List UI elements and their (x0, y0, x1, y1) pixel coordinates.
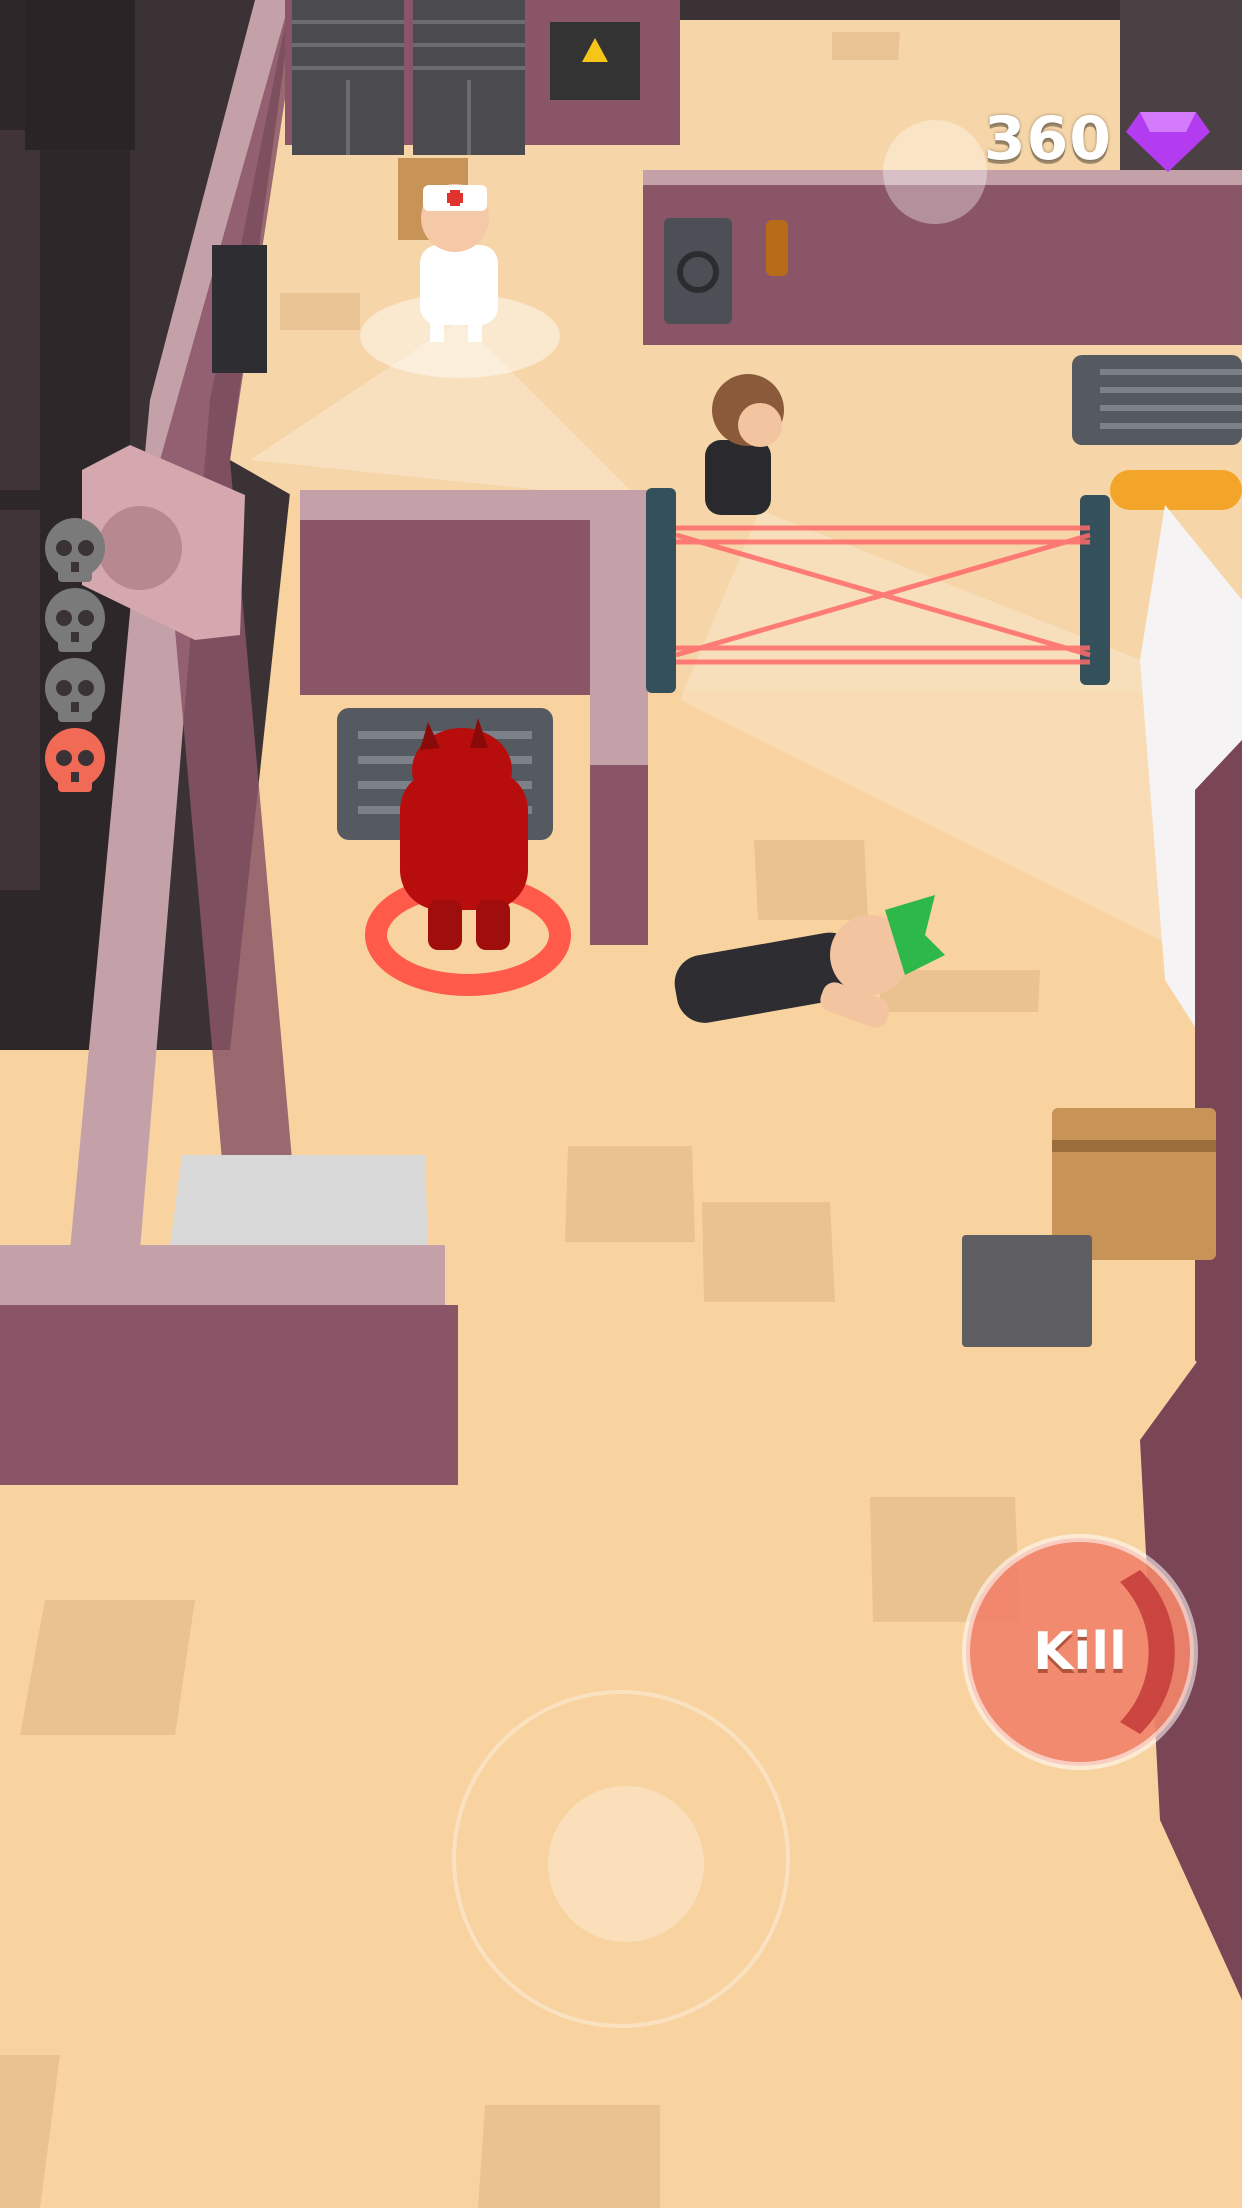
skull-icon (45, 518, 105, 582)
wall-safe (664, 218, 732, 324)
joystick-knob[interactable] (548, 1786, 704, 1942)
wall-box (212, 245, 267, 373)
left-door-1 (0, 130, 40, 490)
left-door-2 (0, 510, 40, 890)
gem-counter: 360 (984, 104, 1112, 174)
gray-crate-top (170, 1155, 428, 1245)
gem-bubble (883, 120, 987, 224)
skull-icon-active (45, 728, 105, 792)
lower-wall-top (0, 1245, 445, 1305)
middle-wall-pillar-top (590, 490, 648, 765)
skull-icon (45, 658, 105, 722)
gem-count-value: 360 (983, 104, 1112, 174)
kill-button-label: Kill (1033, 1622, 1127, 1682)
orange-pipe (1110, 470, 1242, 510)
kill-button[interactable]: Kill (960, 1532, 1200, 1772)
laser-post-left (646, 488, 676, 693)
upper-left-door (25, 0, 135, 150)
bottle (766, 220, 788, 276)
middle-wall-pillar-face (590, 765, 648, 945)
floor-vent-upper (1072, 355, 1242, 445)
purple-diamond-icon (1126, 112, 1210, 174)
virtual-joystick[interactable] (452, 1690, 790, 2028)
cardboard-box-tape (1052, 1140, 1216, 1152)
gray-box (962, 1235, 1092, 1347)
lower-wall-face (0, 1305, 458, 1485)
kill-progress (38, 518, 112, 798)
laser-post-right (1080, 495, 1110, 685)
skull-icon (45, 588, 105, 652)
